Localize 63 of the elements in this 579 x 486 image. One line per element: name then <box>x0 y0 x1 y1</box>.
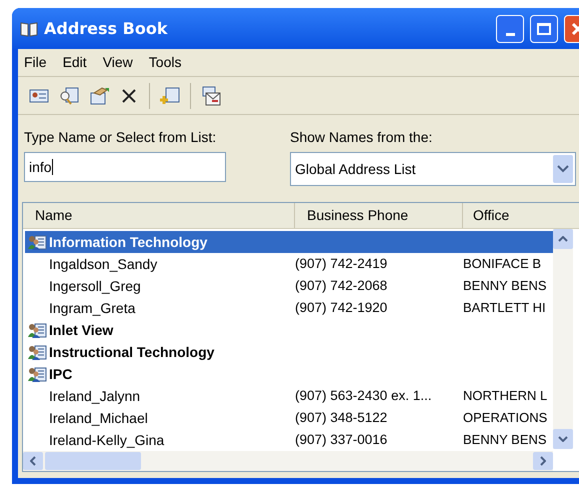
name-cell-text: Ireland-Kelly_Gina <box>48 430 166 450</box>
contact-row[interactable]: IPC <box>25 363 553 385</box>
office-cell-text: BARTLETT HI <box>463 299 546 318</box>
source-label: Show Names from the: <box>290 128 434 147</box>
phone-cell-text: (907) 742-1920 <box>295 298 388 317</box>
horizontal-scrollbar[interactable] <box>23 451 553 471</box>
menu-item[interactable]: Tools <box>148 52 182 73</box>
search-label: Type Name or Select from List: <box>24 128 218 147</box>
contact-row[interactable]: Ingram_Greta (907) 742-1920 BARTLETT HI <box>25 297 553 319</box>
name-cell-text: Ireland_Jalynn <box>48 386 142 406</box>
column-header[interactable]: Name <box>23 203 295 228</box>
open-book-icon <box>20 20 38 36</box>
chevron-left-icon <box>30 456 36 466</box>
name-cell-text: Ingersoll_Greg <box>48 276 142 296</box>
office-cell-text: BENNY BENS <box>463 277 547 296</box>
group-icon <box>27 234 47 250</box>
window-title: Address Book <box>44 18 168 40</box>
chevron-down-icon <box>558 436 568 442</box>
group-icon <box>27 366 47 382</box>
contact-row[interactable]: Ingaldson_Sandy (907) 742-2419 BONIFACE B <box>25 253 553 275</box>
contact-row[interactable]: Ireland_Michael (907) 348-5122 OPERATIONS <box>25 407 553 429</box>
group-name: Instructional Technology <box>49 342 214 362</box>
group-icon <box>27 344 47 360</box>
group-name: Inlet View <box>49 320 114 340</box>
name-search-field[interactable]: info <box>24 152 226 182</box>
scroll-thumb[interactable] <box>45 452 141 470</box>
column-header[interactable]: Business Phone <box>295 203 463 228</box>
contact-row[interactable]: Instructional Technology <box>25 341 553 363</box>
group-icon <box>27 322 47 338</box>
menu-item[interactable]: File <box>24 52 47 73</box>
address-list-dropdown[interactable]: Global Address List <box>290 152 576 186</box>
group-name: Information Technology <box>49 232 208 252</box>
chevron-right-icon <box>540 456 546 466</box>
contact-row[interactable]: Inlet View <box>25 319 553 341</box>
phone-cell-text: (907) 348-5122 <box>295 408 388 427</box>
chevron-up-icon <box>558 236 568 242</box>
contact-row[interactable]: Ireland_Jalynn (907) 563-2430 ex. 1... NORTHERN L <box>25 385 553 407</box>
phone-cell-text: (907) 742-2068 <box>295 276 388 295</box>
office-cell-text: NORTHERN L <box>463 387 548 406</box>
scroll-left-button[interactable] <box>23 452 43 470</box>
contact-row[interactable]: Ireland-Kelly_Gina (907) 337-0016 BENNY BENS <box>25 429 553 451</box>
phone-cell-text: (907) 563-2430 ex. 1... <box>295 386 433 405</box>
scroll-down-button[interactable] <box>553 429 573 449</box>
contact-row[interactable]: Ingersoll_Greg (907) 742-2068 BENNY BENS <box>25 275 553 297</box>
scroll-up-button[interactable] <box>553 229 573 249</box>
scroll-right-button[interactable] <box>533 452 553 470</box>
phone-cell-text: (907) 337-0016 <box>295 430 388 449</box>
name-cell-text: Ireland_Michael <box>48 408 149 428</box>
maximize-button[interactable] <box>530 14 558 42</box>
office-cell-text: BONIFACE B <box>463 255 542 274</box>
office-cell-text: OPERATIONS <box>463 409 548 428</box>
name-cell-text: Ingram_Greta <box>48 298 136 318</box>
name-cell-text: Ingaldson_Sandy <box>48 254 158 274</box>
column-header[interactable]: Office <box>463 203 579 228</box>
office-cell-text: BENNY BENS <box>463 431 547 450</box>
phone-cell-text: (907) 742-2419 <box>295 254 388 273</box>
menu-item[interactable]: Edit <box>62 52 87 73</box>
contact-row[interactable]: Information Technology <box>25 231 553 253</box>
minimize-button[interactable] <box>496 14 524 42</box>
group-name: IPC <box>49 364 72 384</box>
menu-item[interactable]: View <box>102 52 133 73</box>
vertical-scrollbar[interactable] <box>553 229 573 449</box>
chevron-down-icon <box>553 155 573 183</box>
